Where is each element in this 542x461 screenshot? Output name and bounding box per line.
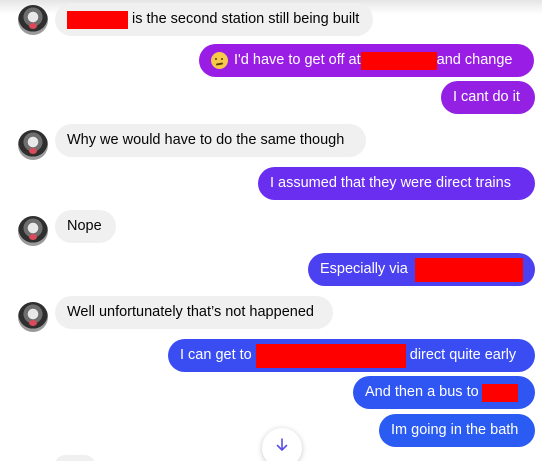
- redacted-block: [67, 10, 128, 29]
- avatar[interactable]: [18, 302, 48, 332]
- message-bubble[interactable]: I can get to direct quite early: [168, 339, 535, 372]
- confused-face-icon: [211, 52, 228, 69]
- redacted-block: [255, 343, 406, 368]
- message-bubble[interactable]: And then a bus to: [353, 376, 535, 409]
- avatar[interactable]: [18, 5, 48, 35]
- message-text: is the second station still being built: [132, 11, 360, 28]
- message-text: Why we would have to do the same though: [67, 132, 345, 149]
- message-text: I cant do it: [453, 89, 520, 106]
- message-bubble[interactable]: I cant do it: [441, 81, 535, 114]
- message-text: And then a bus to: [365, 384, 479, 401]
- message-bubble[interactable]: I'd have to get off at and change: [199, 44, 534, 77]
- redacted-block: [481, 383, 518, 402]
- arrow-down-icon: [276, 438, 288, 451]
- redacted-block: [414, 257, 523, 282]
- message-text: Im going in the bath: [391, 422, 519, 439]
- message-bubble[interactable]: Why we would have to do the same though: [55, 124, 366, 157]
- message-bubble[interactable]: Im going in the bath: [379, 414, 535, 447]
- message-bubble[interactable]: [55, 455, 95, 461]
- message-text: and change: [436, 52, 513, 69]
- avatar[interactable]: [18, 130, 48, 160]
- scroll-to-bottom-button[interactable]: [262, 428, 302, 461]
- message-bubble[interactable]: is the second station still being built: [55, 3, 373, 36]
- message-text: direct quite early: [409, 347, 517, 364]
- avatar[interactable]: [18, 216, 48, 246]
- message-text: Especially via: [320, 261, 408, 278]
- message-text: I'd have to get off at: [234, 52, 361, 69]
- message-bubble[interactable]: I assumed that they were direct trains: [258, 167, 535, 200]
- message-bubble[interactable]: Well unfortunately that’s not happened: [55, 296, 333, 329]
- message-text: Well unfortunately that’s not happened: [67, 304, 314, 321]
- message-text: I assumed that they were direct trains: [270, 175, 511, 192]
- redacted-block: [360, 51, 437, 70]
- message-text: I can get to: [180, 347, 252, 364]
- message-text: Nope: [67, 218, 102, 235]
- message-bubble[interactable]: Especially via: [308, 253, 535, 286]
- message-bubble[interactable]: Nope: [55, 210, 116, 243]
